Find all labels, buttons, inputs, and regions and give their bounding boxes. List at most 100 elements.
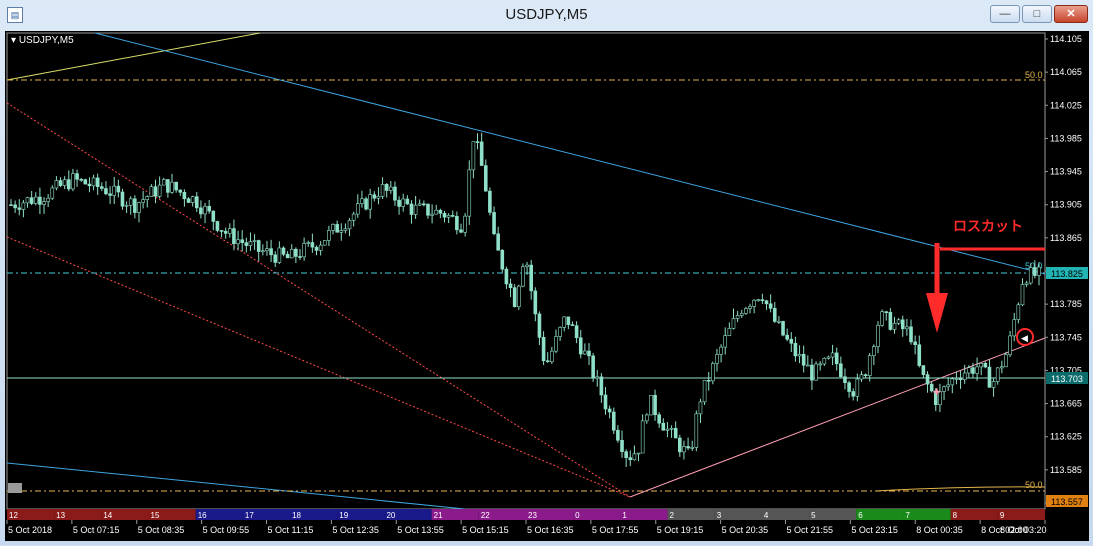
candle-body: [591, 355, 595, 379]
hour-label: 3: [717, 511, 722, 520]
price-chart[interactable]: ▾ USDJPY,M5 50.0 50.0 50.0 ロスカット ◀ ✚ 114…: [5, 31, 1089, 541]
symbol-label: ▾ USDJPY,M5: [11, 35, 74, 46]
candle-body: [174, 181, 178, 191]
chart-scroll-handle[interactable]: [8, 483, 22, 493]
candle-body: [380, 184, 385, 197]
candle-body: [170, 181, 174, 193]
candle-body: [570, 324, 575, 326]
candle-body: [744, 308, 748, 314]
candle-body: [706, 379, 711, 382]
candle-body: [298, 256, 302, 258]
candle-body: [715, 354, 719, 364]
price-tick-label: 113.945: [1050, 167, 1082, 177]
hour-cell: [573, 509, 621, 520]
hour-label: 17: [245, 511, 254, 520]
candle-body: [711, 363, 715, 382]
time-tick-label: 5 Oct 09:55: [203, 525, 250, 535]
candle-body: [95, 177, 100, 187]
candle-body: [426, 203, 430, 216]
time-tick-label: 8 Oct 03:20: [1000, 525, 1047, 535]
hour-cell: [856, 509, 904, 520]
candle-body: [21, 202, 26, 210]
candle-body: [1020, 284, 1025, 306]
candle-body: [913, 341, 917, 346]
close-button[interactable]: ✕: [1054, 5, 1088, 23]
candle-body: [1024, 282, 1029, 285]
candle-body: [153, 186, 158, 197]
candle-body: [203, 205, 207, 215]
candle-body: [1000, 366, 1004, 369]
candle-body: [830, 352, 835, 358]
candle-body: [550, 350, 554, 363]
candle-body: [219, 230, 224, 232]
candle-body: [397, 199, 401, 207]
candle-body: [409, 203, 414, 215]
hour-label: 1: [622, 511, 627, 520]
candle-body: [112, 185, 117, 196]
red-dashed-line-lower[interactable]: [6, 236, 631, 498]
candle-body: [71, 173, 75, 190]
candle-body: [83, 179, 88, 185]
title-bar[interactable]: ▤ USDJPY,M5 — □ ✕: [0, 0, 1093, 31]
candle-body: [244, 242, 249, 246]
candle-body: [517, 285, 521, 307]
candle-body: [789, 338, 794, 344]
candle-body: [1004, 354, 1008, 368]
candle-body: [496, 233, 500, 251]
candle-body: [331, 224, 335, 231]
hour-label: 2: [670, 511, 675, 520]
candle-body: [492, 212, 496, 235]
candle-body: [727, 328, 732, 336]
hour-label: 18: [292, 511, 301, 520]
candle-body: [248, 241, 253, 246]
candle-body: [434, 209, 439, 215]
minimize-button[interactable]: —: [990, 5, 1020, 23]
candle-body: [521, 266, 525, 287]
hour-label: 21: [434, 511, 443, 520]
candle-body: [273, 254, 278, 263]
candle-body: [75, 173, 79, 180]
candle-body: [925, 374, 930, 385]
price-tick-label: 113.905: [1050, 200, 1082, 210]
candle-body: [178, 189, 183, 193]
candle-body: [661, 422, 666, 431]
candle-body: [269, 248, 273, 256]
hour-label: 6: [858, 511, 863, 520]
fib-bottom-label: 50.0: [1025, 480, 1043, 490]
blue-lower-line[interactable]: [6, 462, 466, 510]
candle-body: [839, 363, 843, 377]
loss-cut-arrow-head: [926, 293, 948, 333]
candle-body: [265, 248, 269, 252]
time-tick-label: 5 Oct 11:15: [268, 525, 314, 535]
candle-body: [207, 205, 211, 212]
hour-cell: [950, 509, 998, 520]
candle-body: [1028, 267, 1033, 284]
candle-body: [128, 198, 133, 206]
hour-label: 20: [386, 511, 395, 520]
candle-body: [756, 299, 761, 301]
candle-body: [430, 213, 434, 216]
price-tick-label: 113.745: [1050, 332, 1082, 342]
candle-body: [120, 191, 125, 207]
window-title: USDJPY,M5: [505, 6, 588, 23]
blue-downtrend-line[interactable]: [94, 32, 1046, 275]
candle-body: [892, 322, 897, 330]
candle-body: [467, 169, 472, 217]
candle-body: [991, 381, 996, 388]
line-price-value: 113.703: [1051, 374, 1083, 384]
hour-label: 15: [151, 511, 160, 520]
candle-body: [294, 248, 298, 257]
candle-body: [649, 394, 653, 416]
chart-area[interactable]: ▾ USDJPY,M5 50.0 50.0 50.0 ロスカット ◀ ✚ 114…: [5, 31, 1089, 541]
time-tick-label: 5 Oct 17:55: [592, 525, 639, 535]
time-axis: 5 Oct 2018 5 Oct 07:15 5 Oct 08:35 5 Oct 09…: [6, 520, 1047, 535]
current-price-value: 113.825: [1051, 269, 1083, 279]
candle-body: [335, 224, 339, 233]
maximize-button[interactable]: □: [1022, 5, 1052, 23]
time-tick-label: 5 Oct 20:35: [722, 525, 769, 535]
candle-body: [847, 382, 851, 392]
candle-body: [124, 204, 129, 207]
candle-body: [261, 250, 265, 253]
candle-body: [87, 183, 92, 187]
candle-body: [442, 212, 447, 218]
